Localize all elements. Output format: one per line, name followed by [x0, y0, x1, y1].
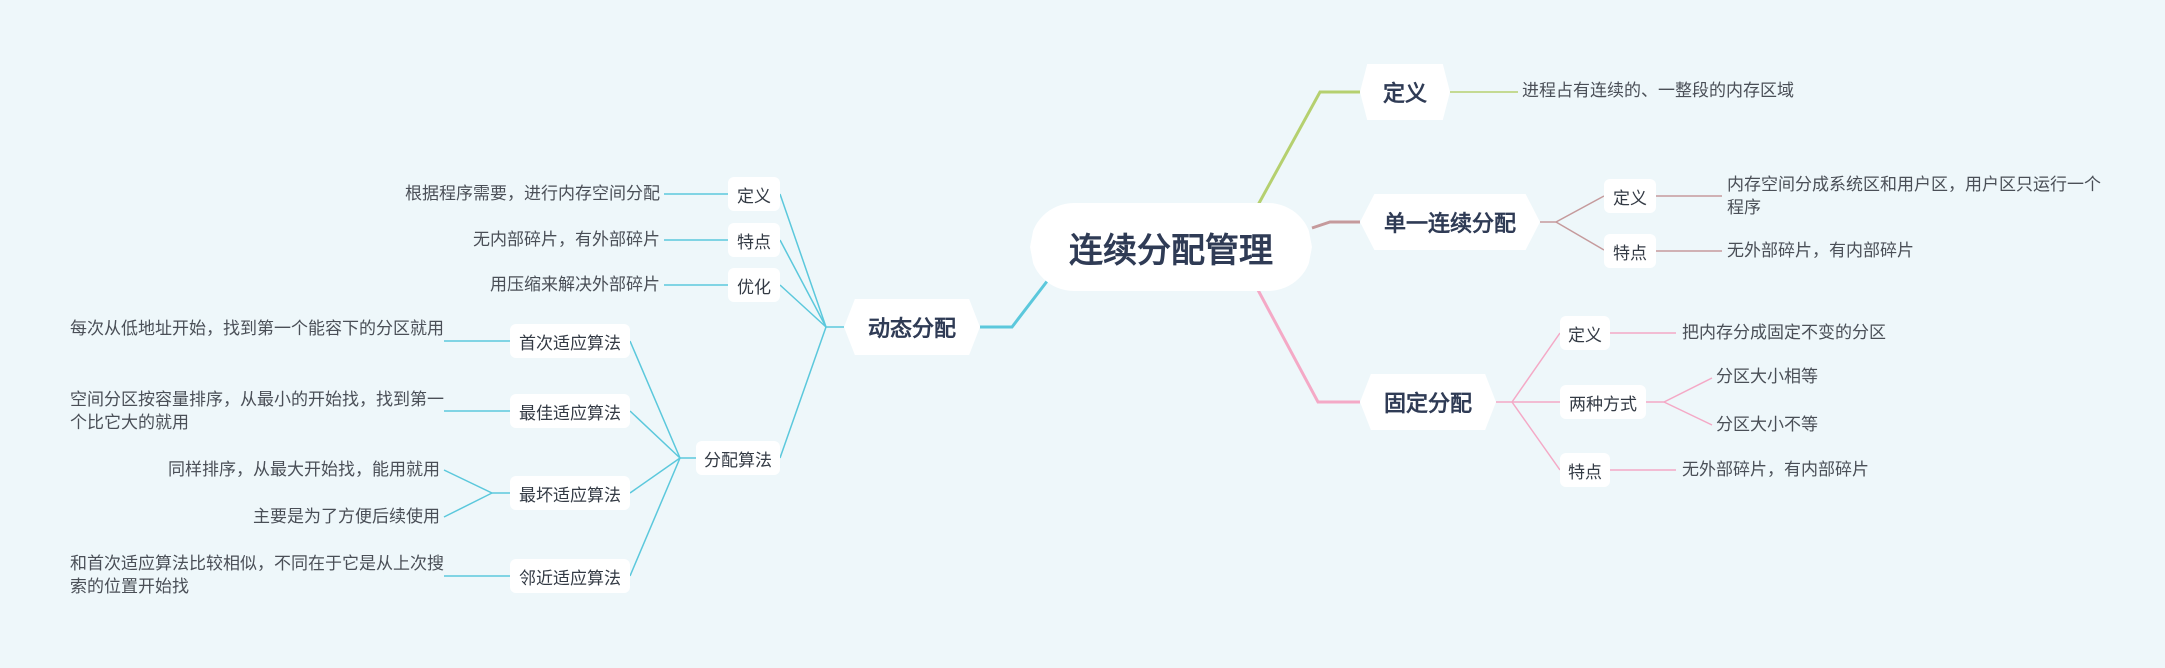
- fixed-ways-node[interactable]: 两种方式: [1560, 385, 1646, 419]
- worst-fit-text-1: 同样排序，从最大开始找，能用就用: [168, 460, 440, 480]
- single-def-node[interactable]: 定义: [1604, 179, 1656, 213]
- fixed-way1-text: 分区大小相等: [1716, 367, 1818, 387]
- best-fit-node[interactable]: 最佳适应算法: [510, 394, 630, 428]
- single-allocation-node[interactable]: 单一连续分配: [1360, 194, 1540, 250]
- fixed-allocation-node[interactable]: 固定分配: [1360, 374, 1496, 430]
- dynamic-feat-text: 无内部碎片，有外部碎片: [473, 230, 660, 250]
- dynamic-def-text: 根据程序需要，进行内存空间分配: [405, 184, 660, 204]
- worst-fit-node[interactable]: 最坏适应算法: [510, 476, 630, 510]
- definition-text: 进程占有连续的、一整段的内存区域: [1522, 81, 1794, 101]
- fixed-def-text: 把内存分成固定不变的分区: [1682, 323, 1886, 343]
- link-dynamic-algo: [779, 326, 827, 459]
- dynamic-opt-text: 用压缩来解决外部碎片: [490, 275, 660, 295]
- link-algo-best: [629, 410, 681, 459]
- link-dynamic-feat: [779, 239, 827, 328]
- best-fit-text: 空间分区按容量排序，从最小的开始找，找到第一个比它大的就用: [70, 390, 444, 433]
- link-single-feat: [1555, 221, 1605, 251]
- link-single-def: [1540, 195, 1605, 223]
- link-worst-text2: [443, 492, 493, 518]
- next-fit-node[interactable]: 邻近适应算法: [510, 559, 630, 593]
- allocation-algorithm-node[interactable]: 分配算法: [696, 441, 780, 475]
- mindmap-canvas: 连续分配管理 定义 进程占有连续的、一整段的内存区域 单一连续分配 定义 内存空…: [0, 0, 2165, 668]
- link-root-definition: [1256, 90, 1360, 206]
- first-fit-node[interactable]: 首次适应算法: [510, 324, 630, 358]
- dynamic-opt-node[interactable]: 优化: [728, 268, 780, 302]
- link-root-dynamic: [980, 279, 1050, 329]
- dynamic-def-node[interactable]: 定义: [728, 177, 780, 211]
- link-dynamic-def: [779, 193, 844, 328]
- single-def-text: 内存空间分成系统区和用户区，用户区只运行一个程序: [1727, 175, 2101, 218]
- fixed-feat-text: 无外部碎片，有内部碎片: [1682, 460, 1869, 480]
- fixed-feat-node[interactable]: 特点: [1560, 453, 1610, 487]
- root-node[interactable]: 连续分配管理: [1030, 203, 1312, 291]
- link-fixed-way1: [1646, 377, 1713, 403]
- link-root-single: [1311, 220, 1360, 230]
- link-fixed-way2: [1663, 401, 1713, 426]
- worst-fit-text-2: 主要是为了方便后续使用: [253, 507, 440, 527]
- next-fit-text: 和首次适应算法比较相似，不同在于它是从上次搜索的位置开始找: [70, 554, 444, 597]
- fixed-way2-text: 分区大小不等: [1716, 415, 1818, 435]
- link-fixed-feat: [1511, 401, 1561, 471]
- first-fit-text: 每次从低地址开始，找到第一个能容下的分区就用: [70, 319, 444, 339]
- dynamic-feat-node[interactable]: 特点: [728, 223, 780, 257]
- definition-node[interactable]: 定义: [1360, 64, 1450, 120]
- single-feat-text: 无外部碎片，有内部碎片: [1727, 241, 1914, 261]
- dynamic-allocation-node[interactable]: 动态分配: [844, 299, 980, 355]
- single-feat-node[interactable]: 特点: [1604, 234, 1656, 268]
- link-algo-first: [629, 340, 696, 459]
- link-root-fixed: [1256, 289, 1360, 404]
- fixed-def-node[interactable]: 定义: [1560, 316, 1610, 350]
- link-fixed-def: [1496, 332, 1561, 403]
- link-worst-text1: [443, 469, 510, 494]
